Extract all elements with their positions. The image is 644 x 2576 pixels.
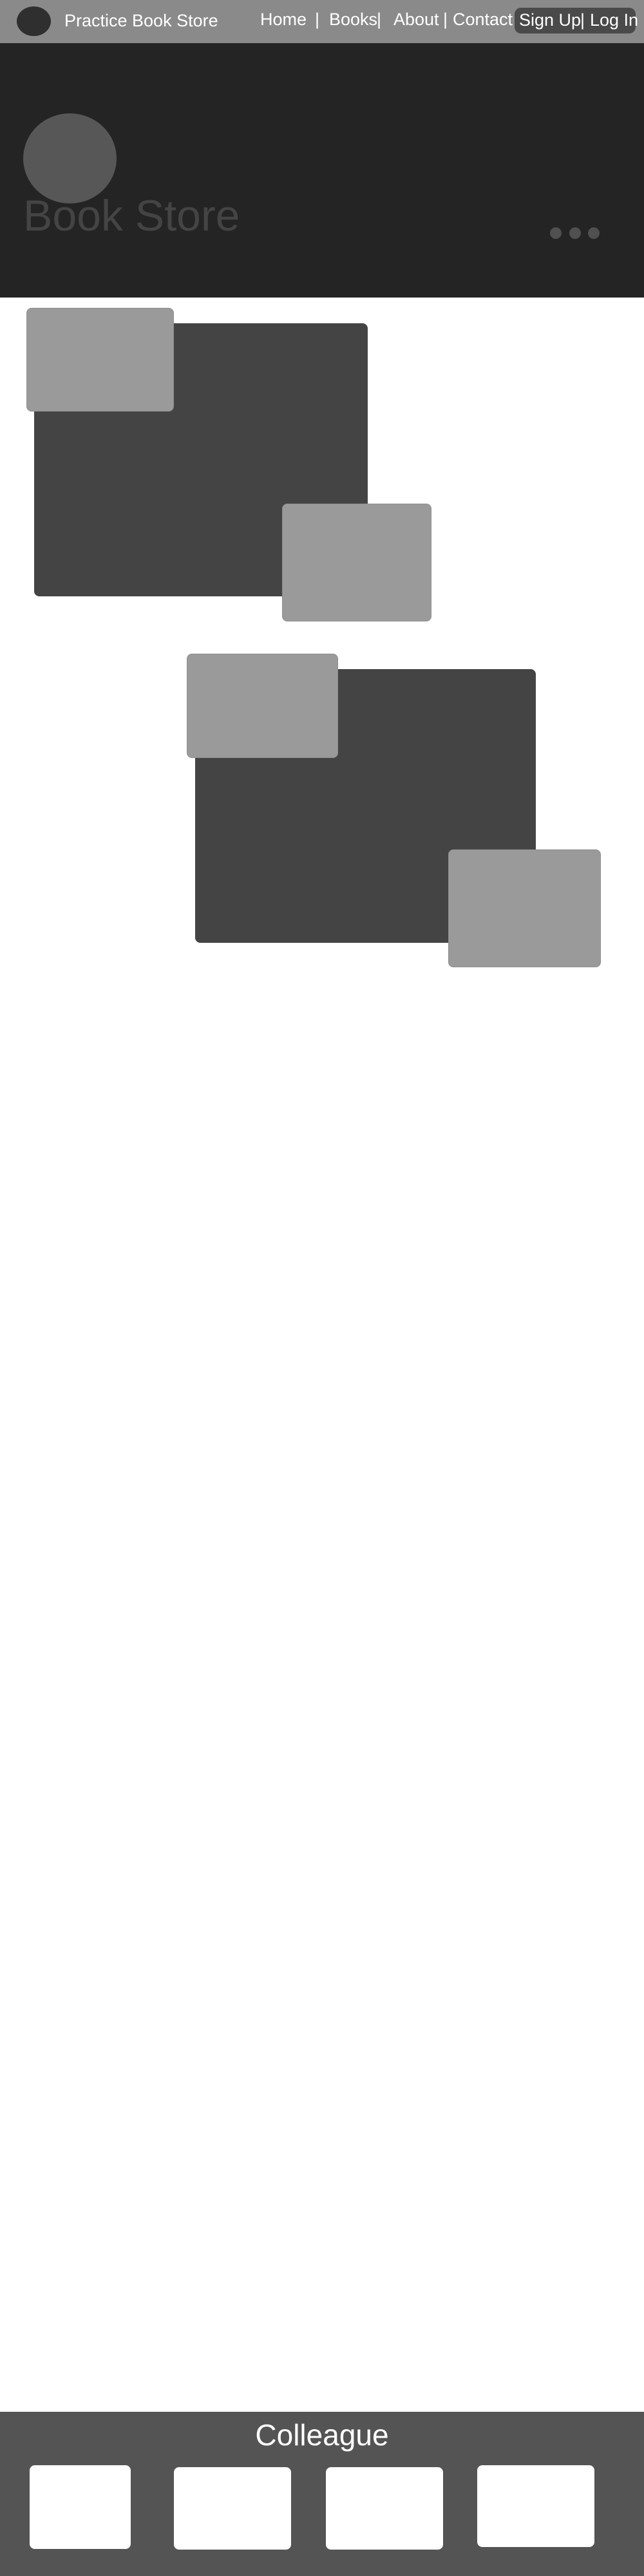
carousel-dot-1[interactable] (550, 227, 562, 239)
nav-separator: | (377, 10, 382, 29)
nav-contact[interactable]: Contact (453, 8, 513, 30)
nav-books[interactable]: Books (329, 8, 377, 30)
nav-home[interactable]: Home (260, 8, 307, 30)
colleague-card-2[interactable] (174, 2467, 291, 2550)
footer-title: Colleague (255, 2418, 389, 2452)
logo[interactable] (17, 6, 51, 36)
nav-separator: | (443, 10, 448, 29)
content-card-thumb-2a (187, 654, 338, 758)
nav-separator: | (315, 10, 320, 29)
content-card-thumb-2b (448, 849, 601, 967)
colleague-card-1[interactable] (30, 2465, 131, 2549)
hero-title: Book Store (23, 191, 240, 240)
carousel-dot-2[interactable] (569, 227, 581, 239)
colleague-card-3[interactable] (326, 2467, 443, 2550)
content-card-thumb-1a (26, 308, 174, 412)
nav-about[interactable]: About (393, 8, 439, 30)
content-card-thumb-1b (282, 504, 431, 621)
login-link[interactable]: Log In (590, 9, 638, 31)
brand-title[interactable]: Practice Book Store (64, 10, 218, 32)
colleague-card-4[interactable] (477, 2465, 594, 2547)
carousel-dot-3[interactable] (588, 227, 600, 239)
auth-button[interactable]: Sign Up | Log In (515, 8, 638, 33)
auth-separator: | (580, 10, 585, 30)
signup-link[interactable]: Sign Up (519, 9, 581, 31)
